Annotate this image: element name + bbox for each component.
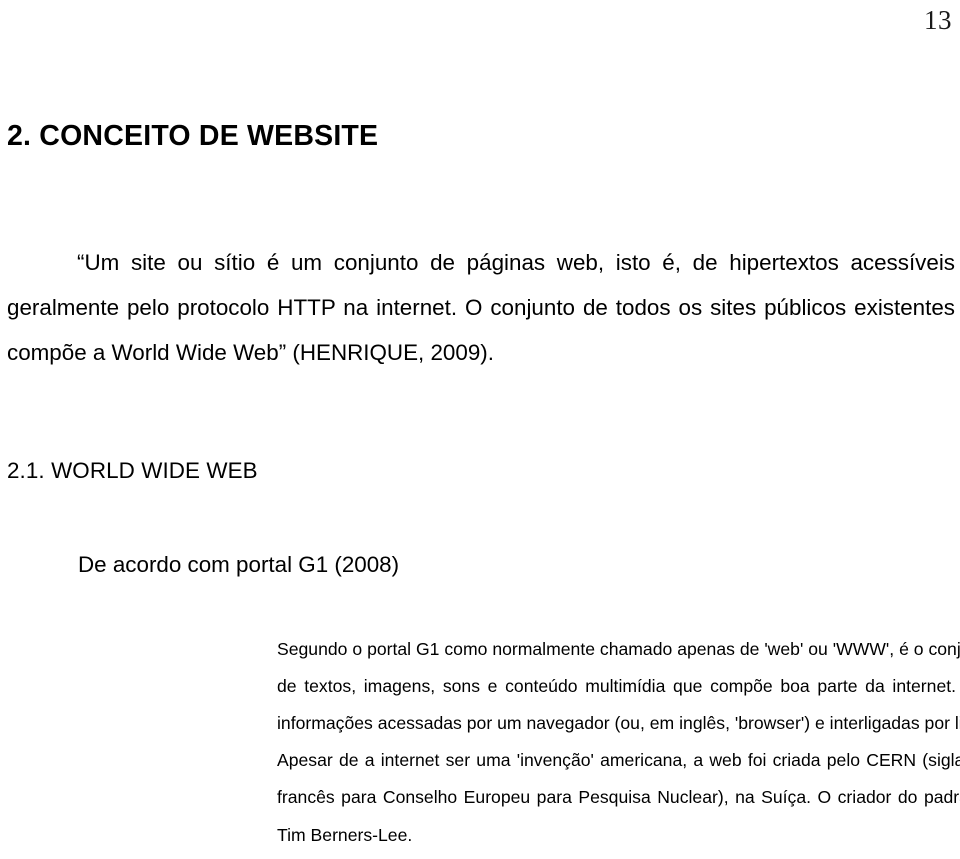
- chapter-heading: 2. CONCEITO DE WEBSITE: [7, 120, 379, 153]
- page-number: 13: [924, 5, 952, 35]
- citation-intro-line: De acordo com portal G1 (2008): [78, 552, 400, 578]
- opening-quote-paragraph: “Um site ou sítio é um conjunto de págin…: [7, 250, 955, 366]
- block-quotation: Segundo o portal G1 como normalmente cha…: [277, 638, 960, 845]
- document-page: 13 2. CONCEITO DE WEBSITE “Um site ou sí…: [0, 0, 960, 859]
- section-heading-world-wide-web: 2.1. WORLD WIDE WEB: [7, 457, 258, 483]
